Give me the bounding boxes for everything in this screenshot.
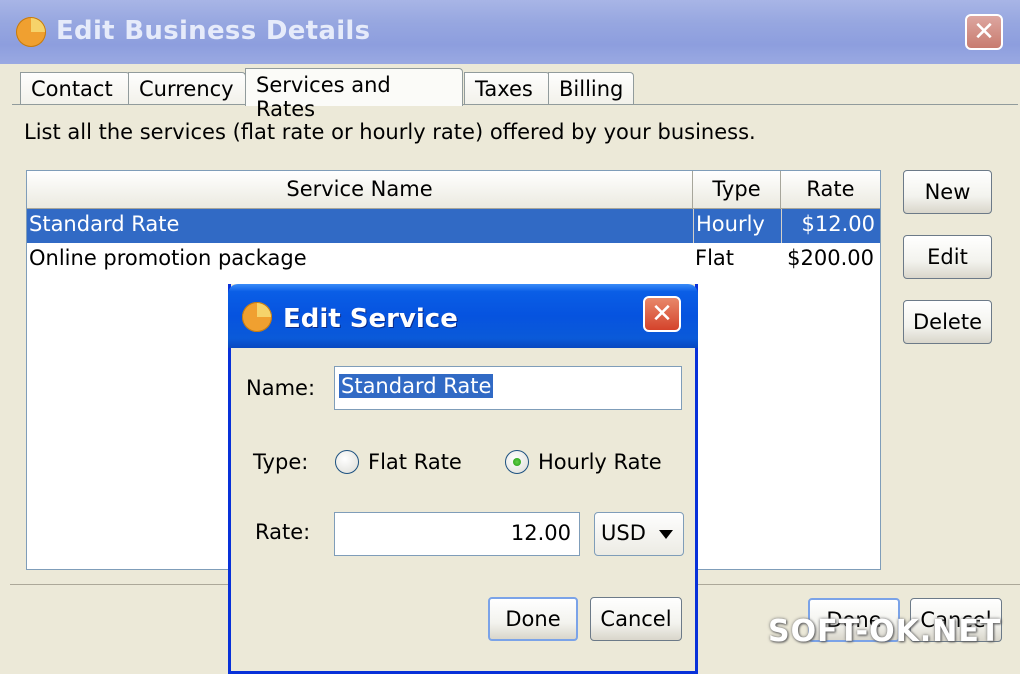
dialog-done-button[interactable]: Done: [488, 597, 578, 641]
window-title-bar[interactable]: Edit Business Details ✕: [0, 0, 1020, 64]
tab-services-and-rates[interactable]: Services and Rates: [245, 68, 463, 121]
radio-selected-dot: [513, 458, 521, 466]
app-pie-icon: [16, 17, 46, 47]
hourly-rate-label[interactable]: Hourly Rate: [538, 450, 662, 474]
currency-select[interactable]: USD: [594, 512, 684, 556]
flat-rate-radio[interactable]: [335, 450, 359, 474]
row-service-name: Standard Rate: [29, 212, 180, 236]
row-type: Flat: [695, 246, 735, 270]
tab-taxes[interactable]: Taxes: [464, 72, 550, 104]
rate-field-value: 12.00: [510, 521, 571, 545]
dialog-close-button[interactable]: ✕: [643, 296, 681, 332]
tab-strip: Contact Currency Services and Rates Taxe…: [16, 66, 916, 121]
row-service-name: Online promotion package: [29, 246, 307, 270]
column-header-service-name[interactable]: Service Name: [27, 171, 693, 209]
services-description: List all the services (flat rate or hour…: [24, 120, 756, 144]
rate-field[interactable]: 12.00: [334, 512, 580, 556]
column-header-type[interactable]: Type: [693, 171, 781, 209]
dropdown-arrow-icon: [659, 530, 673, 539]
dialog-title-bar[interactable]: Edit Service ✕: [228, 284, 698, 348]
dialog-cancel-button[interactable]: Cancel: [590, 597, 682, 641]
row-rate: $12.00: [801, 212, 875, 236]
row-type: Hourly: [696, 212, 765, 236]
column-header-rate[interactable]: Rate: [781, 171, 880, 209]
watermark-text: SOFT-OK.NET: [768, 614, 1002, 649]
tab-currency[interactable]: Currency: [128, 72, 246, 104]
close-icon: ✕: [973, 17, 995, 47]
dialog-title: Edit Service: [283, 304, 458, 334]
row-type-cell: Hourly: [693, 209, 782, 243]
close-icon: ✕: [651, 299, 673, 329]
type-label: Type:: [253, 450, 309, 474]
flat-rate-label[interactable]: Flat Rate: [368, 450, 462, 474]
rate-label: Rate:: [255, 520, 311, 544]
table-row[interactable]: Standard Rate Hourly $12.00: [27, 209, 880, 243]
table-row[interactable]: Online promotion package Flat $200.00: [27, 243, 880, 277]
name-field[interactable]: Standard Rate: [334, 366, 682, 410]
delete-button[interactable]: Delete: [903, 300, 992, 344]
currency-value: USD: [601, 521, 646, 545]
row-rate-cell: $12.00: [781, 209, 881, 243]
window-close-button[interactable]: ✕: [965, 14, 1003, 50]
hourly-rate-radio[interactable]: [505, 450, 529, 474]
edit-button[interactable]: Edit: [903, 235, 992, 279]
tab-contact[interactable]: Contact: [20, 72, 130, 104]
edit-service-dialog: Edit Service ✕ Name: Standard Rate Type:…: [228, 284, 698, 674]
row-rate: $200.00: [787, 246, 874, 270]
new-button[interactable]: New: [903, 170, 992, 214]
name-field-value: Standard Rate: [339, 374, 494, 398]
app-pie-icon: [242, 302, 272, 332]
window-title: Edit Business Details: [56, 16, 371, 46]
name-label: Name:: [246, 376, 316, 400]
tab-billing[interactable]: Billing: [548, 72, 634, 104]
